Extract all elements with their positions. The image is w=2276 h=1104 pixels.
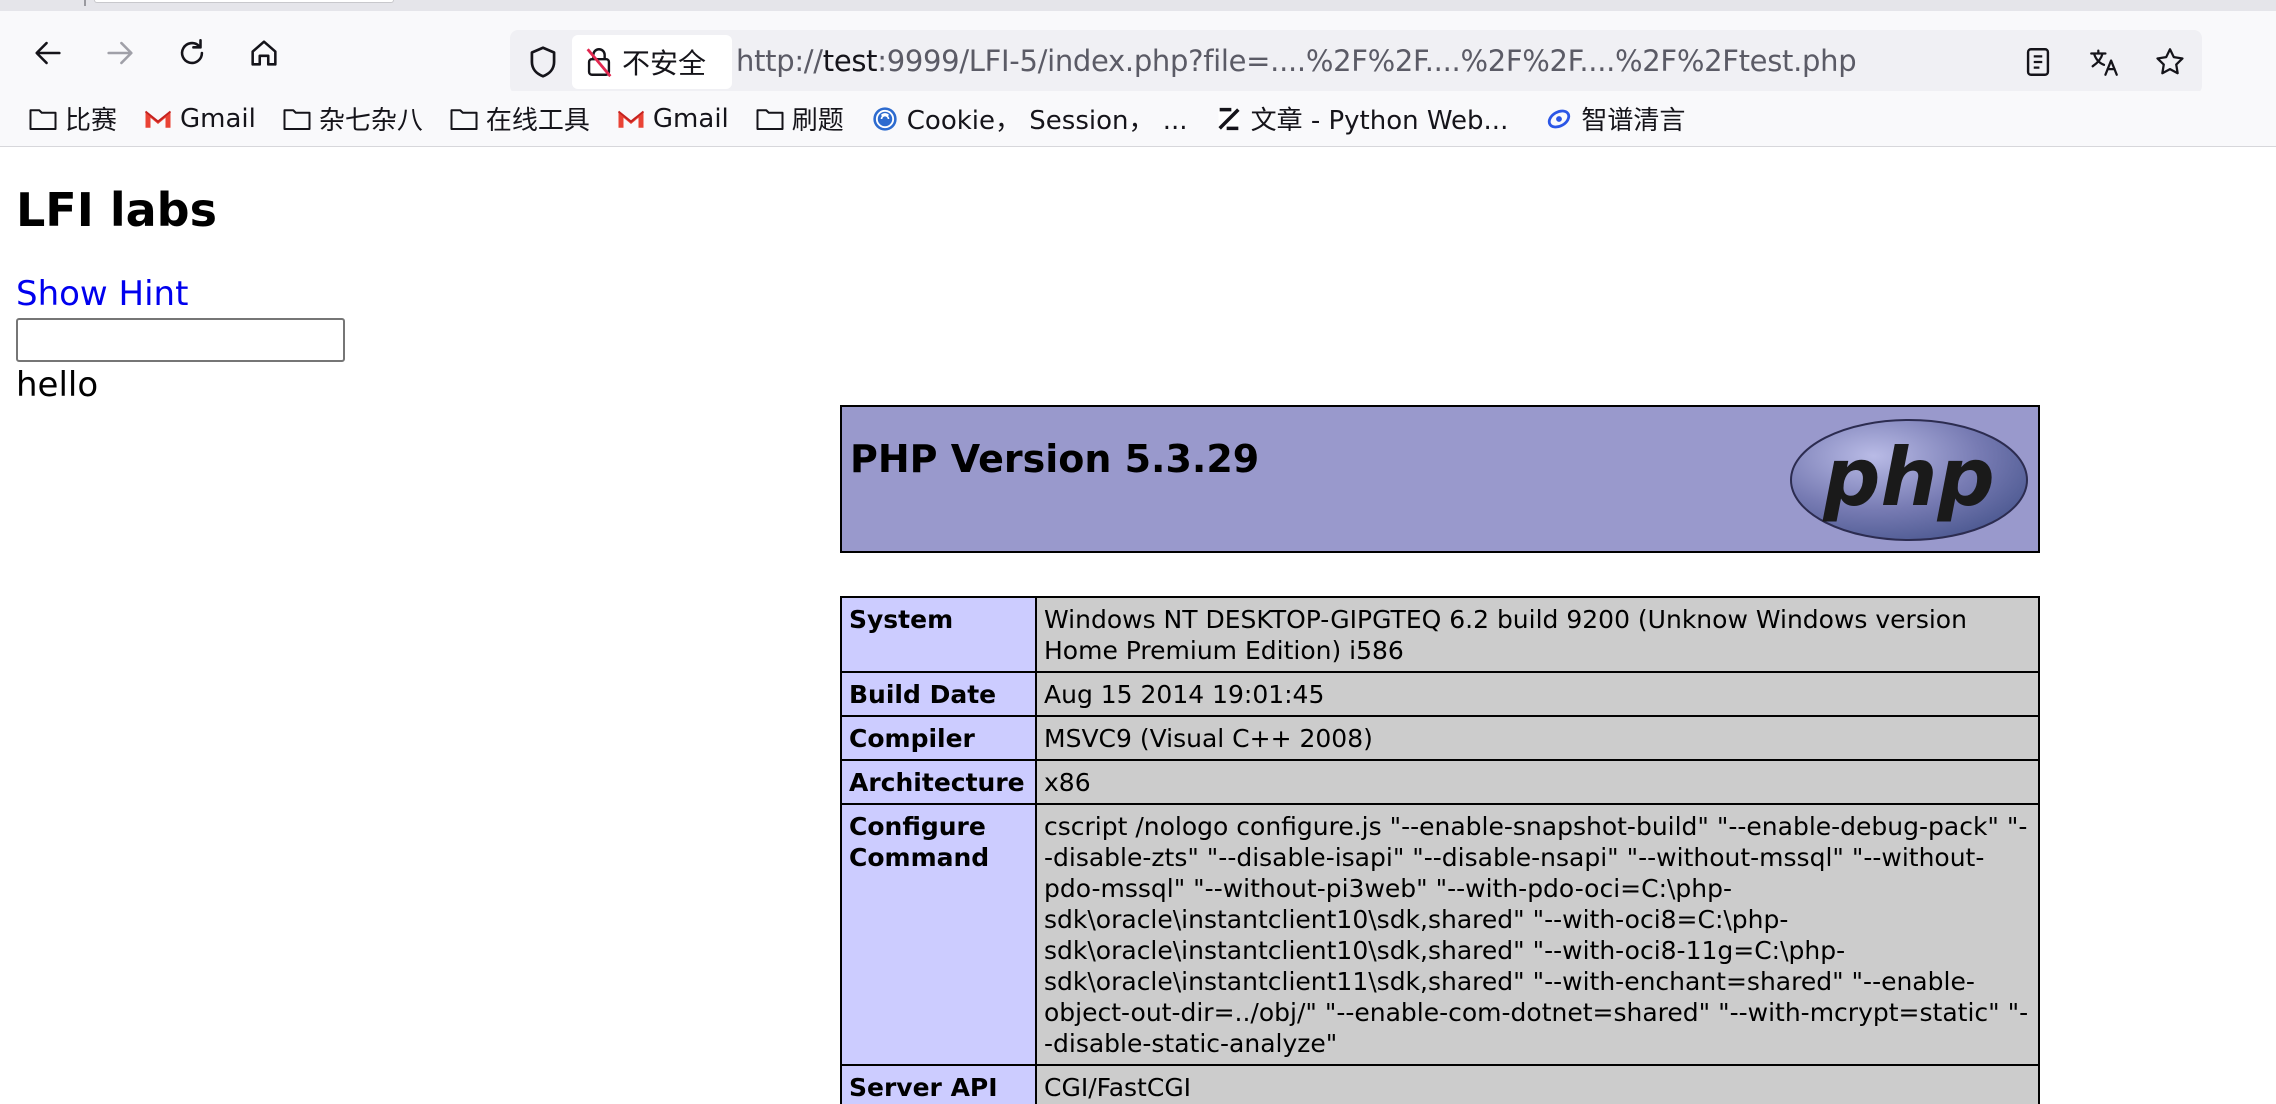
page-content: LFI labs Show Hint hello PHP Version 5.3… (0, 147, 2276, 1104)
phpinfo-header: PHP Version 5.3.29 php (840, 405, 2040, 553)
bookmarks-toolbar: 比赛 Gmail 杂七杂八 在线工具 Gmail 刷题 Cookie， Sess… (0, 91, 2276, 147)
zhipu-icon (1548, 109, 1571, 128)
bookmark-star-button[interactable] (2150, 42, 2190, 82)
url-path: :9999/LFI-5/index.php?file=....%2F%2F...… (877, 44, 1857, 78)
security-label: 不安全 (622, 47, 707, 80)
folder-icon (450, 108, 478, 130)
bookmark-label: 刷题 (791, 106, 844, 136)
row-value: Aug 15 2014 19:01:45 (1035, 671, 2040, 717)
table-row: Build Date Aug 15 2014 19:01:45 (840, 671, 2040, 717)
row-key: Architecture (840, 759, 1037, 805)
insecure-lock-icon (586, 48, 612, 78)
show-hint-link[interactable]: Show Hint (16, 274, 188, 314)
reader-view-icon (2026, 48, 2050, 76)
reload-button[interactable] (168, 29, 216, 77)
zhihu-icon (1217, 107, 1240, 130)
php-version-title: PHP Version 5.3.29 (850, 437, 1260, 481)
translate-button[interactable] (2084, 42, 2124, 82)
bookmark-label: 智谱清言 (1581, 106, 1686, 136)
gmail-icon (144, 110, 172, 128)
row-key: Build Date (840, 671, 1037, 717)
row-value: cscript /nologo configure.js "--enable-s… (1035, 803, 2040, 1066)
row-value: Windows NT DESKTOP-GIPGTEQ 6.2 build 920… (1035, 596, 2040, 673)
bookmark-folder-online-tools[interactable]: 在线工具 (443, 97, 596, 141)
active-tab[interactable] (94, 0, 394, 3)
bookmark-folder-shuati[interactable]: 刷题 (749, 97, 850, 141)
address-bar[interactable]: 不安全 http://test:9999/LFI-5/index.php?fil… (510, 30, 2202, 94)
reader-view-button[interactable] (2018, 42, 2058, 82)
php-logo-text: php (1822, 431, 1994, 524)
bookmark-cookie-session[interactable]: Cookie， Session， ... (864, 97, 1194, 141)
row-key: System (840, 596, 1037, 673)
forward-button[interactable] (96, 29, 144, 77)
php-logo-icon: php (1790, 419, 2028, 541)
bookmark-folder-zaqizaba[interactable]: 杂七杂八 (276, 97, 429, 141)
bookmark-label: 文章 - Python Web... (1250, 106, 1509, 136)
bookmark-python-web[interactable]: 文章 - Python Web... (1208, 97, 1515, 141)
bookmark-folder-bisai[interactable]: 比赛 (22, 97, 123, 141)
bookmark-label: 比赛 (65, 106, 118, 136)
gmail-icon (617, 110, 644, 128)
home-button[interactable] (240, 29, 288, 77)
translate-icon (2090, 49, 2118, 76)
row-value: CGI/FastCGI (1035, 1064, 2040, 1104)
tab-separator (84, 0, 86, 6)
home-icon (251, 40, 277, 66)
table-row: Server API CGI/FastCGI (840, 1064, 2040, 1104)
folder-icon (283, 108, 311, 130)
row-key: Server API (840, 1064, 1037, 1104)
bookmark-label: Cookie， Session， ... (906, 106, 1188, 136)
site-icon (873, 106, 897, 131)
output-text: hello (16, 365, 99, 405)
bookmark-label: 在线工具 (485, 106, 590, 136)
site-security-indicator[interactable]: 不安全 (572, 35, 732, 89)
star-icon (2156, 48, 2184, 75)
row-key: Configure Command (840, 803, 1037, 1066)
url-text[interactable]: http://test:9999/LFI-5/index.php?file=..… (736, 44, 1857, 78)
url-host: test (822, 44, 878, 78)
folder-icon (756, 108, 784, 130)
row-value: x86 (1035, 759, 2040, 805)
url-scheme: http:// (736, 44, 823, 78)
bookmark-label: Gmail (180, 103, 256, 134)
table-row: Architecture x86 (840, 759, 2040, 805)
table-row: Configure Command cscript /nologo config… (840, 803, 2040, 1066)
text-input[interactable] (16, 318, 345, 362)
bookmark-gmail-2[interactable]: Gmail (610, 97, 735, 141)
row-value: MSVC9 (Visual C++ 2008) (1035, 715, 2040, 761)
navigation-toolbar: 不安全 http://test:9999/LFI-5/index.php?fil… (0, 11, 2276, 94)
folder-icon (29, 108, 57, 130)
row-key: Compiler (840, 715, 1037, 761)
shield-icon[interactable] (524, 43, 562, 81)
table-row: System Windows NT DESKTOP-GIPGTEQ 6.2 bu… (840, 596, 2040, 673)
back-button[interactable] (24, 29, 72, 77)
bookmark-zhipu[interactable]: 智谱清言 (1538, 97, 1691, 141)
bookmark-label: Gmail (652, 103, 729, 134)
forward-arrow-icon (107, 41, 133, 65)
bookmark-label: 杂七杂八 (318, 106, 423, 136)
page-title: LFI labs (16, 183, 217, 237)
bookmark-gmail-1[interactable]: Gmail (137, 97, 262, 141)
phpinfo-table: System Windows NT DESKTOP-GIPGTEQ 6.2 bu… (840, 596, 2040, 1104)
table-row: Compiler MSVC9 (Visual C++ 2008) (840, 715, 2040, 761)
reload-icon (180, 38, 204, 65)
back-arrow-icon (35, 41, 61, 65)
tab-strip (0, 0, 2276, 11)
